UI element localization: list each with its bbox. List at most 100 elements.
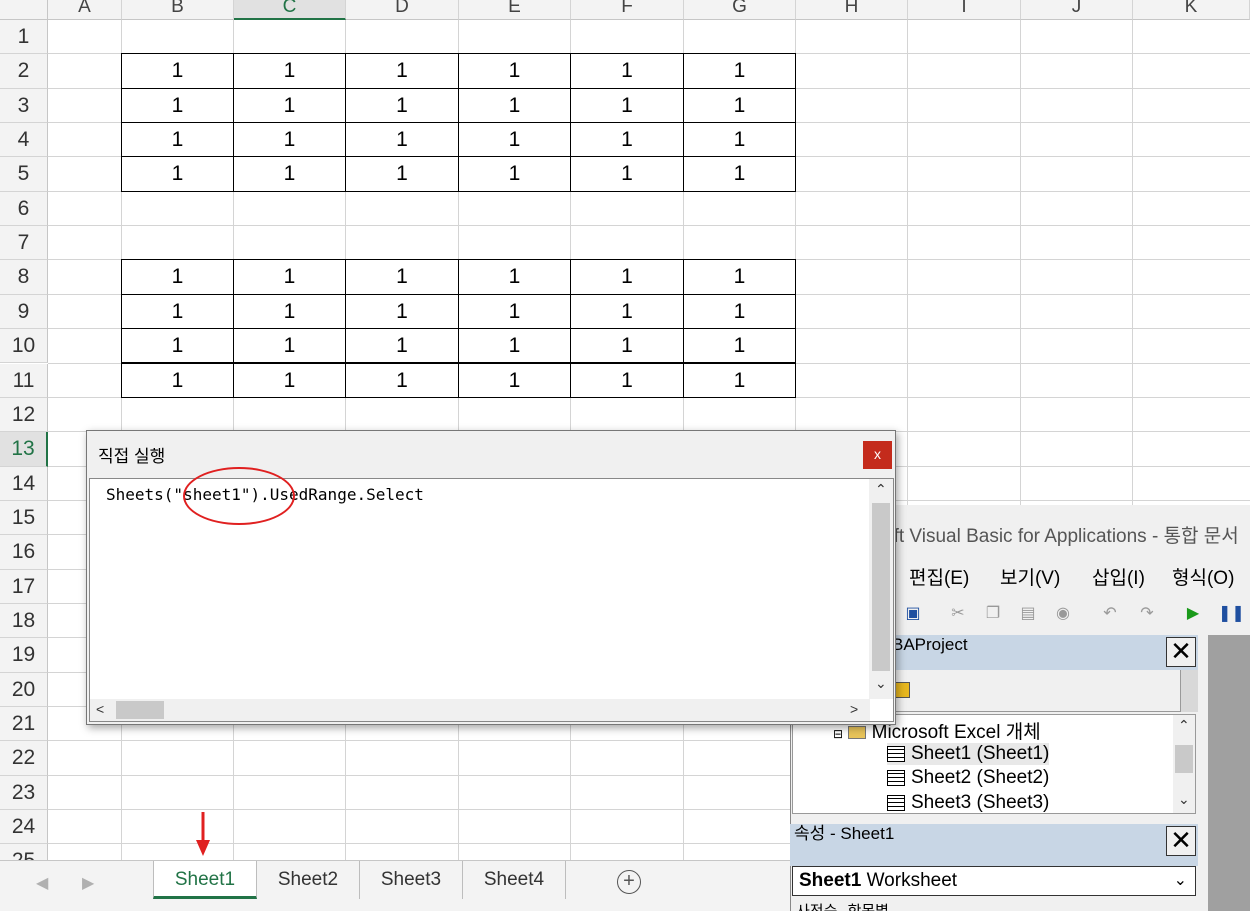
cell-g5[interactable]: 1 — [683, 156, 796, 192]
row-header-8[interactable]: 8 — [0, 260, 48, 295]
tab-sheet1[interactable]: Sheet1 — [153, 861, 257, 899]
column-header-h[interactable]: H — [796, 0, 908, 20]
undo-icon[interactable]: ↶ — [1100, 604, 1120, 624]
row-header-9[interactable]: 9 — [0, 294, 48, 330]
cell-f10[interactable]: 1 — [570, 328, 684, 364]
row-header-16[interactable]: 16 — [0, 535, 48, 570]
tab-scroll-right-icon[interactable]: ▶ — [82, 873, 94, 893]
row-header-2[interactable]: 2 — [0, 54, 48, 89]
properties-pane-close-button[interactable]: ✕ — [1166, 826, 1196, 856]
scroll-up-icon[interactable]: ⌃ — [875, 481, 887, 498]
project-toolbar-scroll[interactable] — [1180, 670, 1198, 712]
plus-circle-icon[interactable]: + — [617, 870, 641, 894]
column-header-g[interactable]: G — [684, 0, 796, 20]
folder-toggle-icon[interactable] — [894, 682, 910, 698]
row-header-25[interactable]: 25 — [0, 844, 48, 860]
cell-e5[interactable]: 1 — [458, 156, 571, 192]
column-header-b[interactable]: B — [122, 0, 234, 20]
menu-view[interactable]: 보기(V) — [1000, 563, 1060, 590]
cell-c8[interactable]: 1 — [233, 259, 346, 295]
row-header-4[interactable]: 4 — [0, 123, 48, 158]
cell-e11[interactable]: 1 — [458, 362, 571, 398]
row-header-22[interactable]: 22 — [0, 741, 48, 776]
cell-b3[interactable]: 1 — [121, 87, 234, 124]
cell-f3[interactable]: 1 — [570, 87, 684, 124]
menu-insert[interactable]: 삽입(I) — [1092, 563, 1145, 590]
cell-d5[interactable]: 1 — [345, 156, 459, 192]
cell-c5[interactable]: 1 — [233, 156, 346, 192]
scroll-up-icon[interactable]: ⌃ — [1178, 717, 1190, 734]
cell-e8[interactable]: 1 — [458, 259, 571, 295]
row-header-12[interactable]: 12 — [0, 397, 48, 433]
cell-c2[interactable]: 1 — [233, 53, 346, 89]
tab-sheet3[interactable]: Sheet3 — [360, 861, 463, 899]
copy-icon[interactable]: ❐ — [983, 604, 1003, 624]
tab-categorized[interactable]: 항목별 — [848, 903, 889, 911]
cell-g2[interactable]: 1 — [683, 53, 796, 89]
cell-c11[interactable]: 1 — [233, 362, 346, 398]
column-header-c[interactable]: C — [234, 0, 346, 20]
scroll-right-icon[interactable]: > — [850, 701, 858, 717]
column-header-e[interactable]: E — [459, 0, 571, 20]
cell-d2[interactable]: 1 — [345, 53, 459, 89]
cell-d8[interactable]: 1 — [345, 259, 459, 295]
cell-f2[interactable]: 1 — [570, 53, 684, 89]
row-header-3[interactable]: 3 — [0, 88, 48, 124]
pause-icon[interactable]: ❚❚ — [1218, 604, 1245, 624]
cell-e9[interactable]: 1 — [458, 293, 571, 330]
find-icon[interactable]: ◉ — [1053, 604, 1073, 624]
tab-scroll-left-icon[interactable]: ◀ — [36, 873, 48, 893]
tree-item-sheet2[interactable]: Sheet2 (Sheet2) — [887, 767, 1049, 789]
save-icon[interactable]: ▣ — [903, 604, 923, 624]
cell-g9[interactable]: 1 — [683, 293, 796, 330]
row-header-20[interactable]: 20 — [0, 672, 48, 707]
row-header-24[interactable]: 24 — [0, 810, 48, 845]
cell-d4[interactable]: 1 — [345, 122, 459, 158]
paste-icon[interactable]: ▤ — [1018, 604, 1038, 624]
row-header-5[interactable]: 5 — [0, 157, 48, 192]
cell-g10[interactable]: 1 — [683, 328, 796, 364]
column-header-a[interactable]: A — [48, 0, 122, 20]
cell-b9[interactable]: 1 — [121, 293, 234, 330]
close-button[interactable]: x — [863, 441, 892, 469]
cell-d9[interactable]: 1 — [345, 293, 459, 330]
cell-g4[interactable]: 1 — [683, 122, 796, 158]
scroll-left-icon[interactable]: < — [96, 701, 104, 717]
tree-scrollbar[interactable]: ⌃ ⌄ — [1173, 715, 1195, 813]
cell-c4[interactable]: 1 — [233, 122, 346, 158]
cell-e4[interactable]: 1 — [458, 122, 571, 158]
tab-sheet4[interactable]: Sheet4 — [463, 861, 566, 899]
cell-g8[interactable]: 1 — [683, 259, 796, 295]
cell-c3[interactable]: 1 — [233, 87, 346, 124]
cell-f11[interactable]: 1 — [570, 362, 684, 398]
cell-b10[interactable]: 1 — [121, 328, 234, 364]
cell-b11[interactable]: 1 — [121, 362, 234, 398]
column-header-i[interactable]: I — [908, 0, 1021, 20]
cut-icon[interactable]: ✂ — [948, 604, 968, 624]
row-header-6[interactable]: 6 — [0, 191, 48, 227]
row-header-21[interactable]: 21 — [0, 707, 48, 742]
cell-b2[interactable]: 1 — [121, 53, 234, 89]
cell-g3[interactable]: 1 — [683, 87, 796, 124]
row-header-1[interactable]: 1 — [0, 20, 48, 55]
cell-d10[interactable]: 1 — [345, 328, 459, 364]
menu-format[interactable]: 형식(O) — [1172, 563, 1234, 590]
scroll-down-icon[interactable]: ⌄ — [1178, 791, 1190, 808]
tab-sheet2[interactable]: Sheet2 — [257, 861, 360, 899]
immediate-vertical-scrollbar[interactable]: ⌃ ⌄ — [869, 479, 893, 699]
cell-c10[interactable]: 1 — [233, 328, 346, 364]
vertical-scroll-thumb[interactable] — [872, 503, 890, 671]
column-header-f[interactable]: F — [571, 0, 684, 20]
row-header-11[interactable]: 11 — [0, 363, 48, 398]
tree-item-sheet1[interactable]: Sheet1 (Sheet1) — [887, 743, 1050, 765]
scroll-down-icon[interactable]: ⌄ — [875, 675, 887, 692]
tab-alphabetic[interactable]: 사전순 — [796, 903, 837, 911]
column-header-k[interactable]: K — [1133, 0, 1250, 20]
cell-g11[interactable]: 1 — [683, 362, 796, 398]
object-selector-dropdown[interactable]: Sheet1 Worksheet ⌄ — [792, 866, 1196, 896]
row-header-13[interactable]: 13 — [0, 432, 48, 467]
cell-d11[interactable]: 1 — [345, 362, 459, 398]
row-header-19[interactable]: 19 — [0, 638, 48, 673]
cell-c9[interactable]: 1 — [233, 293, 346, 330]
immediate-horizontal-scrollbar[interactable]: < > — [90, 699, 870, 721]
